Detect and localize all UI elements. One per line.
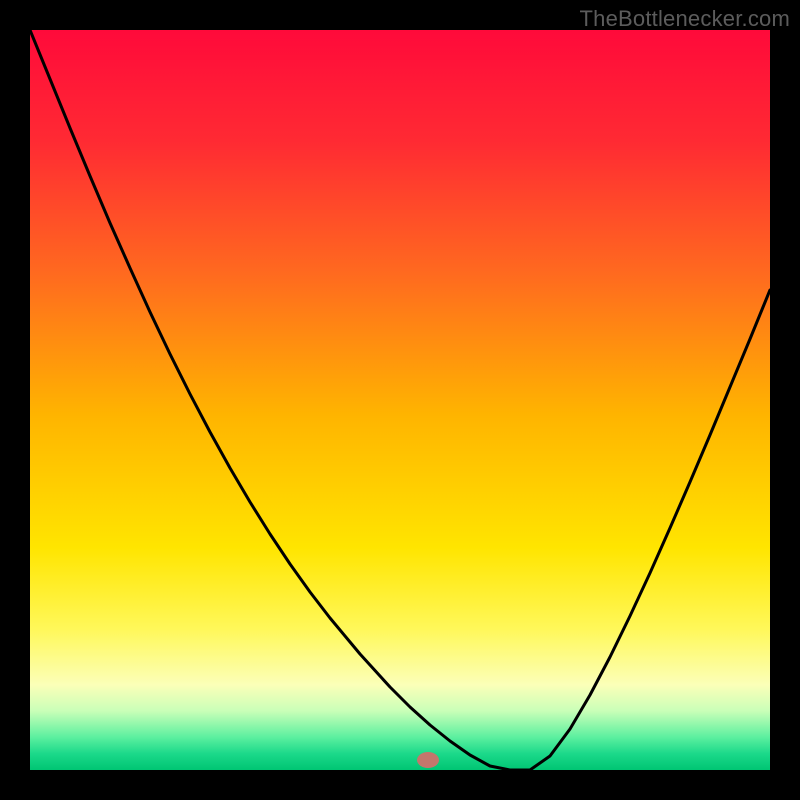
- watermark-text: TheBottlenecker.com: [580, 6, 790, 32]
- chart-frame: TheBottlenecker.com: [0, 0, 800, 800]
- chart-svg: [30, 30, 770, 770]
- gradient-background: [30, 30, 770, 770]
- bottleneck-marker: [417, 752, 439, 768]
- plot-area: [30, 30, 770, 770]
